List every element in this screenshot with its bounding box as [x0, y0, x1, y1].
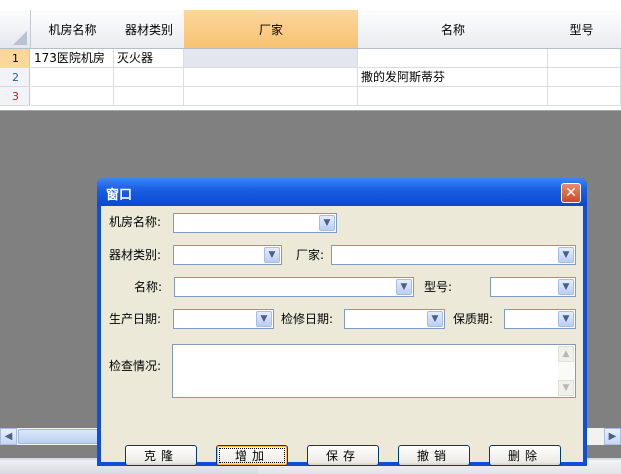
table-cell[interactable] [114, 87, 184, 106]
dropdown-arrow-icon[interactable]: ▼ [319, 215, 335, 231]
table-cell[interactable] [548, 87, 621, 106]
model-select[interactable]: ▼ [490, 277, 576, 297]
maker-label: 厂家: [296, 248, 325, 262]
inspection-label: 检查情况: [109, 359, 162, 373]
room-select[interactable]: ▼ [173, 213, 337, 233]
category-select[interactable]: ▼ [173, 245, 282, 265]
row-header[interactable]: 1 [0, 49, 30, 68]
table-cell[interactable]: 173医院机房 [31, 49, 114, 68]
column-header-room[interactable]: 机房名称 [31, 10, 115, 49]
scroll-down-icon[interactable]: ▼ [558, 380, 574, 396]
table-cell[interactable] [358, 49, 548, 68]
check-date-label: 检修日期: [281, 312, 334, 326]
column-header-filler [615, 10, 621, 49]
scroll-up-icon[interactable]: ▲ [558, 346, 574, 362]
close-icon[interactable]: ✕ [561, 183, 581, 203]
dropdown-arrow-icon[interactable]: ▼ [264, 247, 280, 263]
name-select[interactable]: ▼ [174, 277, 414, 297]
table-cell[interactable] [114, 68, 184, 87]
column-header-model[interactable]: 型号 [548, 10, 616, 49]
dropdown-arrow-icon[interactable]: ▼ [256, 311, 272, 327]
dialog-body: 机房名称: ▼ 器材类别: ▼ 厂家: ▼ 名称: ▼ 型号: ▼ 生产日期: … [101, 206, 583, 466]
row-header[interactable]: 3 [0, 87, 30, 106]
dialog-window: 窗口 ✕ 机房名称: ▼ 器材类别: ▼ 厂家: ▼ 名称: ▼ 型号: ▼ 生… [97, 178, 587, 466]
table-cell[interactable] [31, 87, 114, 106]
data-grid[interactable]: 机房名称 器材类别 厂家 名称 型号 1 173医院机房 灭火器 2 撒的发阿斯… [0, 0, 621, 111]
dialog-title: 窗口 [106, 188, 133, 203]
name-label: 名称: [134, 280, 163, 294]
column-header-category[interactable]: 器材类别 [114, 10, 185, 49]
column-header-maker[interactable]: 厂家 [184, 10, 359, 49]
scroll-left-icon[interactable]: ◀ [0, 428, 17, 445]
dropdown-arrow-icon[interactable]: ▼ [558, 311, 574, 327]
dropdown-arrow-icon[interactable]: ▼ [427, 311, 443, 327]
column-header-name[interactable]: 名称 [358, 10, 549, 49]
grid-corner[interactable] [0, 10, 31, 49]
maker-select[interactable]: ▼ [331, 245, 576, 265]
warranty-label: 保质期: [453, 312, 494, 326]
prod-date-label: 生产日期: [109, 312, 162, 326]
dropdown-arrow-icon[interactable]: ▼ [558, 247, 574, 263]
dialog-titlebar[interactable]: 窗口 ✕ [97, 178, 587, 206]
prod-date-picker[interactable]: ▼ [173, 309, 274, 329]
table-cell[interactable] [184, 68, 358, 87]
table-cell[interactable]: 撒的发阿斯蒂芬 [358, 68, 548, 87]
undo-button[interactable]: 撤销 [398, 445, 470, 466]
table-cell[interactable] [548, 49, 621, 68]
dropdown-arrow-icon[interactable]: ▼ [558, 279, 574, 295]
table-cell[interactable] [31, 68, 114, 87]
scrollbar-thumb[interactable] [18, 429, 98, 444]
category-label: 器材类别: [109, 248, 162, 262]
delete-button[interactable]: 删除 [489, 445, 561, 466]
add-button[interactable]: 增加 [216, 445, 288, 466]
table-cell[interactable] [358, 87, 548, 106]
table-cell[interactable] [548, 68, 621, 87]
row-header[interactable]: 2 [0, 68, 30, 87]
table-cell[interactable]: 灭火器 [114, 49, 184, 68]
scroll-right-icon[interactable]: ▶ [604, 428, 621, 445]
model-label: 型号: [424, 280, 453, 294]
table-cell[interactable] [184, 87, 358, 106]
dropdown-arrow-icon[interactable]: ▼ [396, 279, 412, 295]
room-label: 机房名称: [109, 215, 162, 229]
table-cell[interactable] [184, 49, 358, 68]
check-date-picker[interactable]: ▼ [344, 309, 445, 329]
clone-button[interactable]: 克隆 [125, 445, 197, 466]
save-button[interactable]: 保存 [307, 445, 379, 466]
inspection-textarea[interactable]: ▲ ▼ [172, 344, 576, 398]
grid-top-strip [0, 0, 621, 10]
vertical-scrollbar[interactable]: ▲ ▼ [558, 346, 574, 396]
warranty-select[interactable]: ▼ [504, 309, 576, 329]
